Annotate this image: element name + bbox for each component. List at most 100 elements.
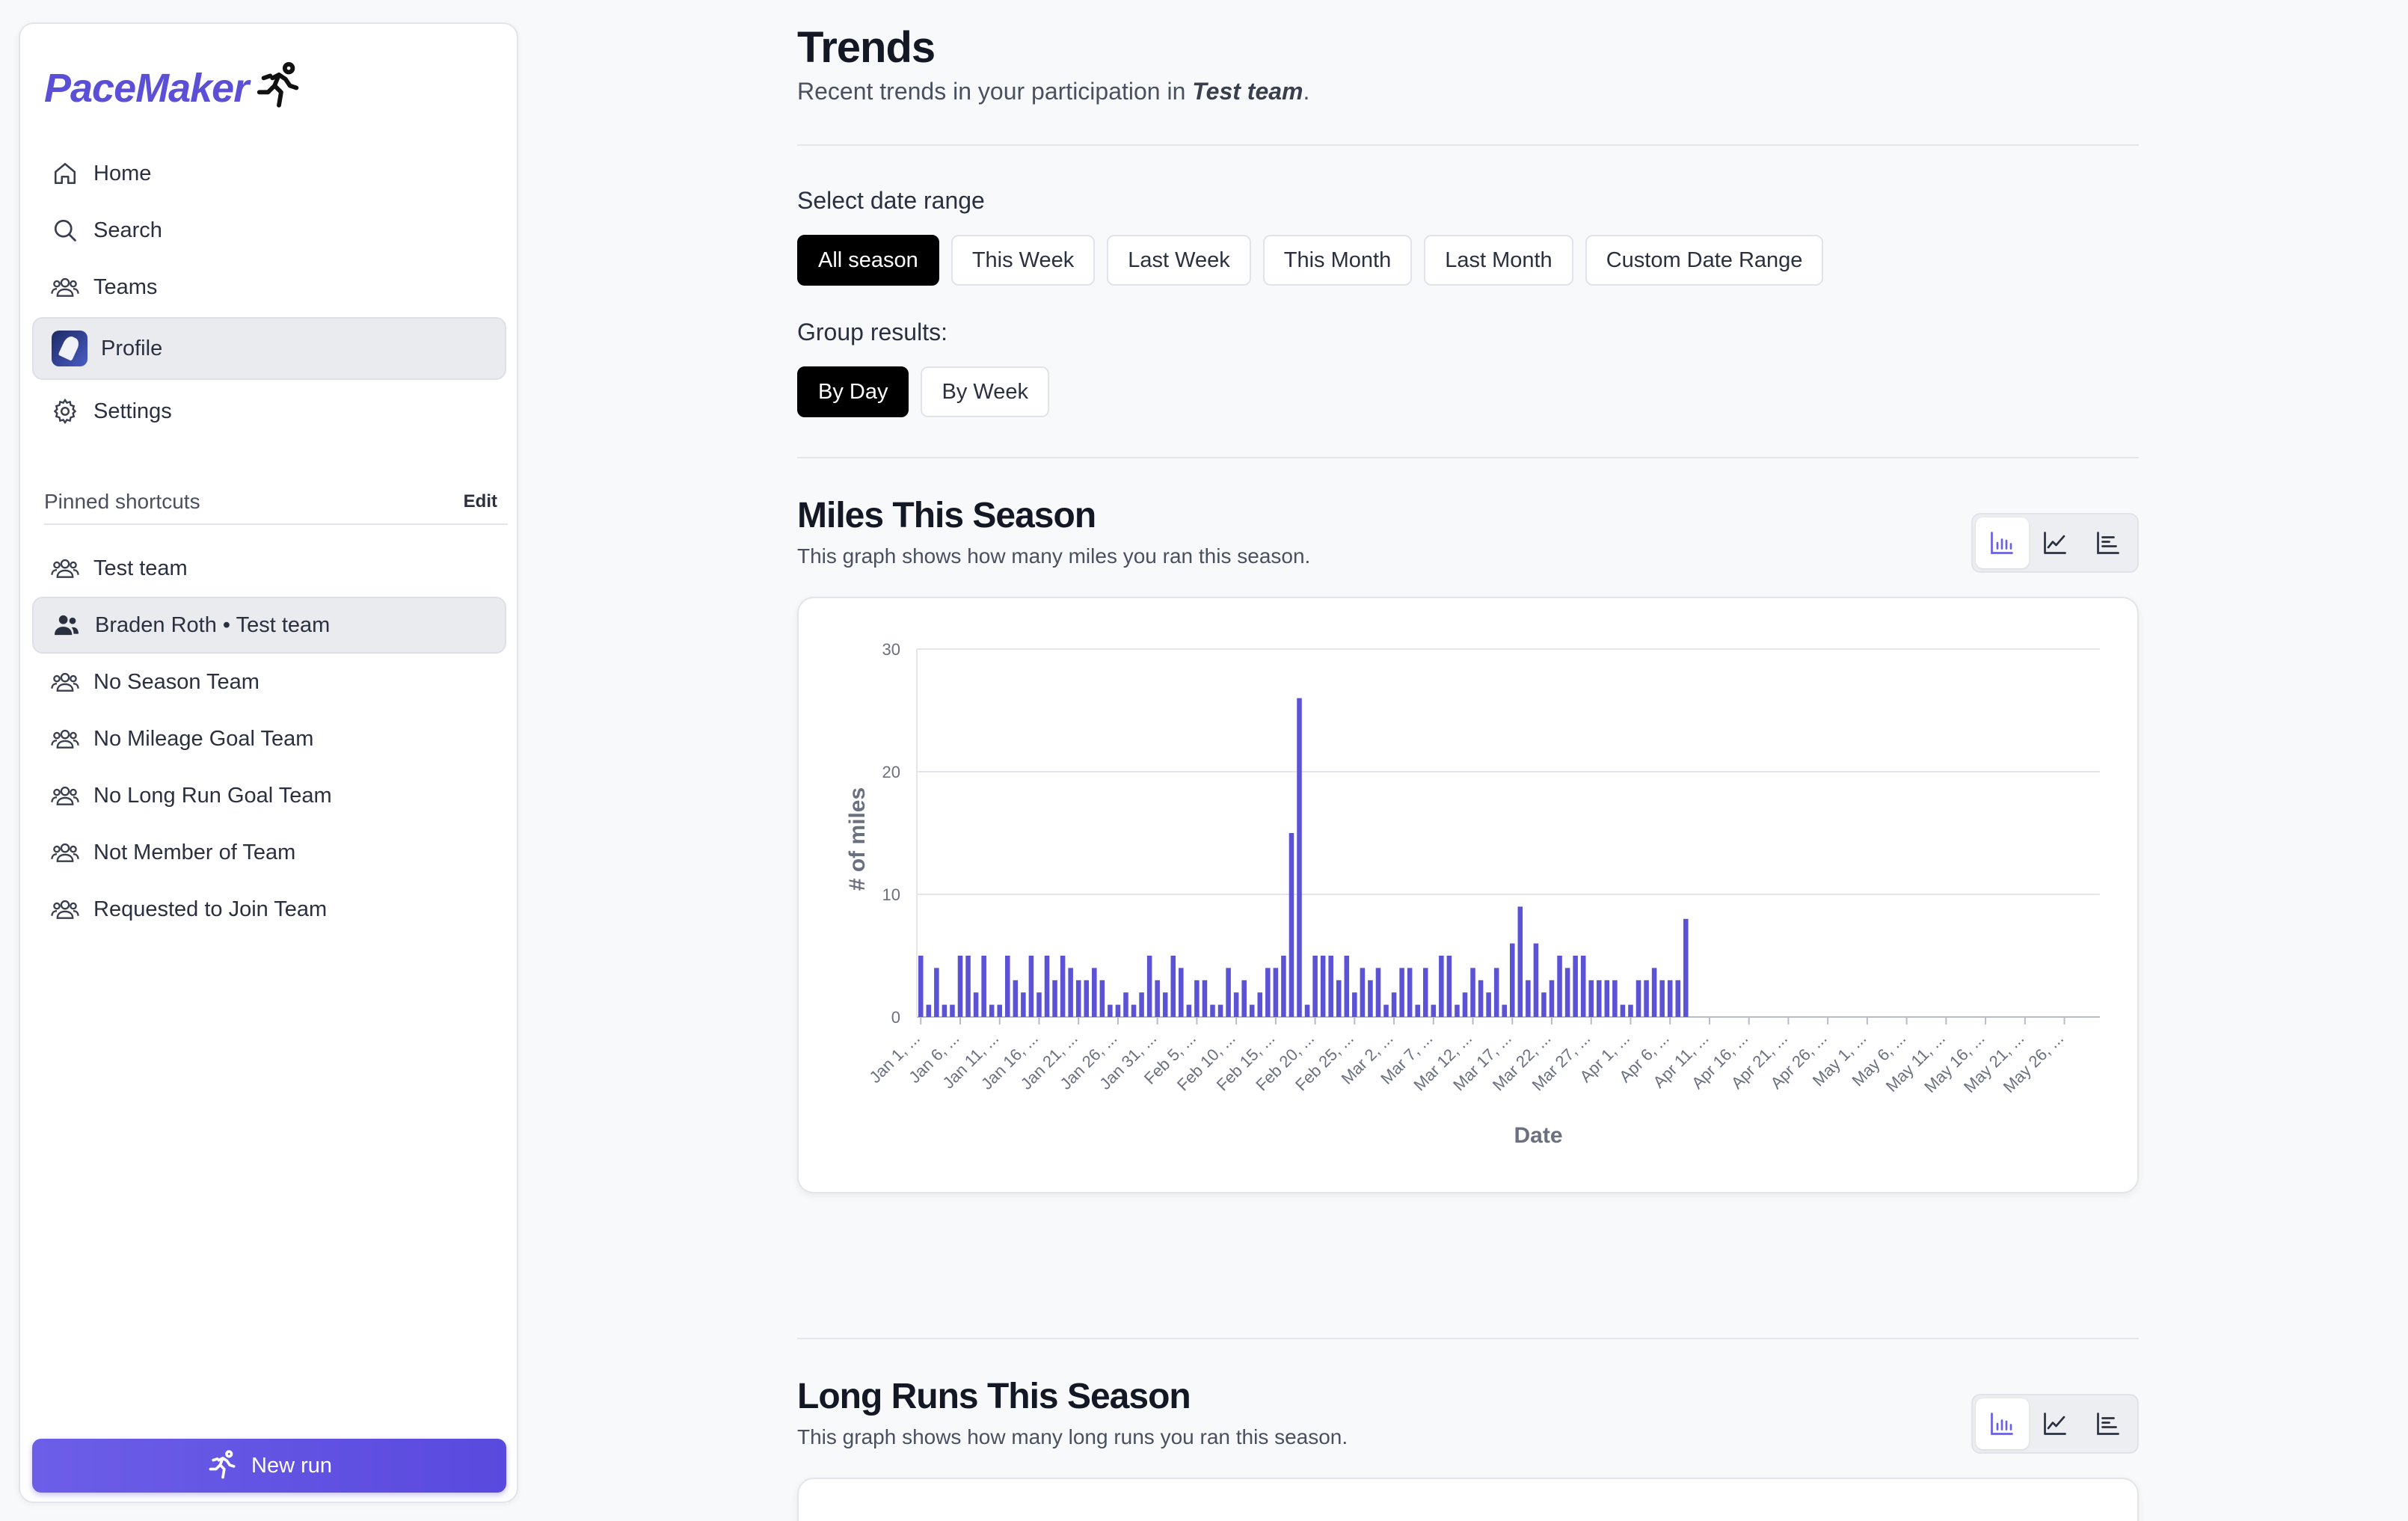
bar <box>926 1004 932 1017</box>
pinned-item-label: Test team <box>93 556 188 580</box>
bar <box>1249 1004 1255 1017</box>
date-range-this-month[interactable]: This Month <box>1262 235 1413 286</box>
pinned-item-no-long-run-goal-team[interactable]: No Long Run Goal Team <box>32 767 506 824</box>
pinned-item-not-member-of-team[interactable]: Not Member of Team <box>32 824 506 881</box>
bar <box>1257 992 1263 1017</box>
group-by-week[interactable]: By Week <box>921 366 1049 417</box>
bar <box>1604 980 1610 1017</box>
pinned-item-no-season-team[interactable]: No Season Team <box>32 654 506 710</box>
gear-icon <box>50 396 80 426</box>
nav-item-label: Teams <box>93 274 158 299</box>
nav-item-label: Profile <box>101 336 163 360</box>
nav-item-label: Search <box>93 218 162 242</box>
nav-item-settings[interactable]: Settings <box>32 381 506 441</box>
nav-item-home[interactable]: Home <box>32 144 506 203</box>
bar <box>1667 980 1673 1017</box>
pinned-shortcuts-list: Test team Braden Roth • Test team No Sea… <box>32 540 506 938</box>
divider <box>797 457 2139 458</box>
pinned-item-requested-to-join-team[interactable]: Requested to Join Team <box>32 881 506 938</box>
nav-item-search[interactable]: Search <box>32 200 506 260</box>
bar <box>1044 956 1050 1017</box>
bar <box>1084 980 1090 1017</box>
bar <box>1517 906 1523 1017</box>
page-subtitle-suffix: . <box>1303 78 1310 105</box>
long-runs-chart-card <box>797 1478 2139 1521</box>
group-by-day[interactable]: By Day <box>797 366 909 417</box>
page-subtitle-team: Test team <box>1192 78 1303 105</box>
miles-bar-chart: 0102030Jan 1, ...Jan 6, ...Jan 11, ...Ja… <box>845 640 2100 1148</box>
users-icon <box>50 667 80 697</box>
date-range-buttons: All season This Week Last Week This Mont… <box>797 235 1824 286</box>
bar <box>989 1004 995 1017</box>
bar <box>1541 992 1547 1017</box>
app-logo[interactable]: PaceMaker <box>44 51 305 126</box>
bar <box>1533 943 1539 1017</box>
bar-chart-toggle[interactable] <box>1976 517 2029 568</box>
users-icon <box>50 272 80 302</box>
bar <box>1368 980 1373 1017</box>
divider <box>797 144 2139 146</box>
bar <box>1297 698 1302 1017</box>
date-range-this-week[interactable]: This Week <box>950 235 1096 286</box>
bar <box>957 956 963 1017</box>
bar <box>1210 1004 1215 1017</box>
bar <box>1470 968 1475 1017</box>
group-results-label: Group results: <box>797 319 947 345</box>
bar <box>1075 980 1081 1017</box>
bar <box>1233 992 1239 1017</box>
bar <box>1028 956 1034 1017</box>
date-range-last-week[interactable]: Last Week <box>1107 235 1251 286</box>
bar <box>1644 980 1649 1017</box>
bar <box>1422 968 1428 1017</box>
avatar <box>52 331 87 366</box>
pinned-item-no-mileage-goal-team[interactable]: No Mileage Goal Team <box>32 710 506 767</box>
miles-chart-card: 0 10 20 30 Jan 1, ... Jan 6, ... Jan 11, ... Ja… <box>797 597 2139 1193</box>
bar <box>1336 980 1342 1017</box>
bar <box>1241 980 1247 1017</box>
horizontal-bar-chart-toggle[interactable] <box>2081 517 2134 568</box>
bar <box>1564 968 1570 1017</box>
edit-pinned-button[interactable]: Edit <box>464 491 497 512</box>
nav-item-teams[interactable]: Teams <box>32 257 506 317</box>
y-tick-label: 0 <box>891 1008 900 1027</box>
pinned-item-label: No Season Team <box>93 669 259 694</box>
bar <box>1186 1004 1192 1017</box>
date-range-all-season[interactable]: All season <box>797 235 939 286</box>
bar <box>1391 992 1397 1017</box>
bar <box>1179 968 1184 1017</box>
new-run-label: New run <box>251 1453 332 1478</box>
bar <box>1146 956 1152 1017</box>
users-icon <box>50 894 80 924</box>
bar <box>1099 980 1105 1017</box>
bar-chart-icon <box>1991 532 2014 554</box>
bar <box>1312 956 1318 1017</box>
bar <box>1683 918 1689 1017</box>
bar <box>1455 1004 1460 1017</box>
miles-chart-type-toggle <box>1971 513 2139 573</box>
bar <box>1021 992 1026 1017</box>
bar <box>1170 956 1176 1017</box>
bar-chart-toggle[interactable] <box>1976 1398 2029 1449</box>
line-chart-toggle[interactable] <box>2029 517 2082 568</box>
pinned-item-braden-roth[interactable]: Braden Roth • Test team <box>32 597 506 654</box>
bar <box>1344 956 1350 1017</box>
line-chart-toggle[interactable] <box>2029 1398 2082 1449</box>
bar <box>1155 980 1160 1017</box>
bar <box>965 956 971 1017</box>
bar <box>973 992 979 1017</box>
bar <box>1162 992 1168 1017</box>
runner-icon <box>253 61 305 117</box>
bar <box>1502 1004 1507 1017</box>
date-range-custom[interactable]: Custom Date Range <box>1585 235 1824 286</box>
date-range-label: Select date range <box>797 187 985 214</box>
date-range-last-month[interactable]: Last Month <box>1424 235 1573 286</box>
horizontal-bar-chart-icon <box>2096 1413 2119 1435</box>
new-run-button[interactable]: New run <box>32 1439 506 1493</box>
horizontal-bar-chart-toggle[interactable] <box>2081 1398 2134 1449</box>
pinned-item-test-team[interactable]: Test team <box>32 540 506 597</box>
nav-item-profile[interactable]: Profile <box>32 317 506 380</box>
bar <box>1217 1004 1223 1017</box>
bar <box>918 956 924 1017</box>
bar <box>1281 956 1286 1017</box>
bar <box>1573 956 1578 1017</box>
